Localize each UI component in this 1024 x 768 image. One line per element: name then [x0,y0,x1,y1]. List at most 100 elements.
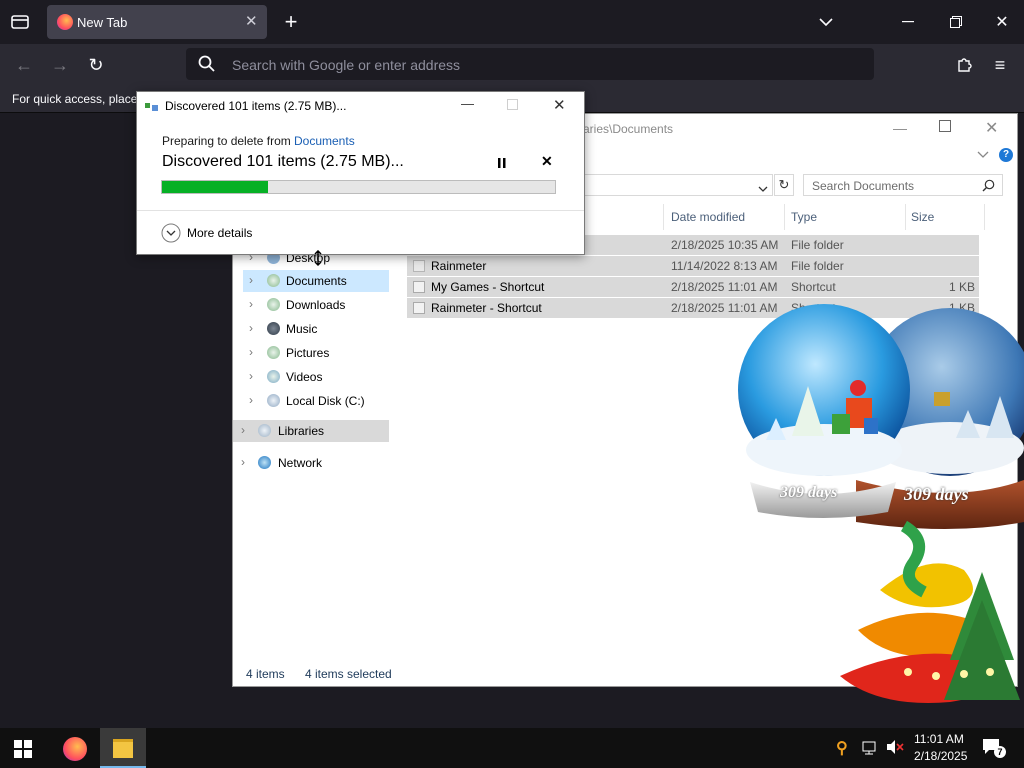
address-bar[interactable]: Search with Google or enter address [186,48,874,80]
local-disk-icon [267,394,280,407]
browser-tab-strip: New Tab ✕ + ✕ [0,0,1024,44]
expand-chevron-icon[interactable]: › [249,321,253,335]
file-date: 11/14/2022 8:13 AM [671,259,778,273]
window-title-path: raries\Documents [579,122,674,136]
file-row[interactable]: My Games - Shortcut 2/18/2025 11:01 AM S… [407,277,979,297]
mouse-cursor-icon [312,249,324,270]
address-box[interactable] [579,174,773,196]
new-tab-icon[interactable]: + [280,9,302,34]
hamburger-menu-icon[interactable]: ≡ [988,53,1012,77]
progress-bar-fill [162,181,268,193]
more-details-label: More details [187,226,253,240]
minimize-window-icon[interactable] [896,10,920,34]
libraries-icon [258,424,271,437]
folder-icon [413,260,425,272]
column-header-size[interactable]: Size [911,210,934,224]
windows-taskbar: ⚲ 11:01 AM 2/18/2025 7 [0,728,1024,768]
file-row[interactable]: Rainmeter 11/14/2022 8:13 AM File folder [407,256,979,276]
volume-muted-tray-icon[interactable] [886,739,904,758]
expand-chevron-icon[interactable]: › [241,455,245,469]
close-window-icon[interactable]: ✕ [990,10,1014,34]
search-magnifier-tray-icon[interactable]: ⚲ [836,738,856,758]
file-type: File folder [791,259,844,273]
notification-count-badge: 7 [994,746,1006,758]
documents-icon [267,274,280,287]
sidebar-item-pictures[interactable]: › Pictures [243,342,389,364]
expand-chevron-icon[interactable]: › [241,423,245,437]
dialog-status-text: Discovered 101 items (2.75 MB)... [162,153,404,170]
sidebar-item-label: Libraries [278,424,325,438]
back-arrow-icon[interactable]: ← [12,53,36,77]
taskbar-file-explorer-icon[interactable] [100,728,146,768]
refresh-icon[interactable]: ↻ [774,174,794,196]
dialog-maximize-icon [507,98,518,113]
sidebar-item-local-disk[interactable]: › Local Disk (C:) [243,390,389,412]
sidebar-item-documents[interactable]: › Documents [243,270,389,292]
expand-chevron-icon[interactable]: › [249,297,253,311]
list-tabs-chevron-down-icon[interactable] [814,10,838,34]
navigation-pane: › Desktop › Documents › Downloads › Musi… [233,244,389,664]
search-documents-box[interactable]: Search Documents [803,174,1003,196]
address-dropdown-chevron-icon[interactable] [758,181,768,196]
chevron-down-circle-icon [161,223,181,243]
dialog-close-icon[interactable]: ✕ [553,96,571,114]
sidebar-item-downloads[interactable]: › Downloads [243,294,389,316]
file-name: My Games - Shortcut [431,280,545,294]
restore-window-icon[interactable] [944,10,968,34]
column-header-date-modified[interactable]: Date modified [671,210,745,224]
file-type: File folder [791,238,844,252]
file-name: Rainmeter - Shortcut [431,301,542,315]
recycle-progress-icon [145,100,159,112]
file-size: 1 KB [948,280,975,294]
pictures-icon [267,346,280,359]
column-header-type[interactable]: Type [791,210,817,224]
tab-new-tab[interactable]: New Tab ✕ [47,5,267,39]
expand-chevron-icon[interactable]: › [249,273,253,287]
downloads-icon [267,298,280,311]
forward-arrow-icon[interactable]: → [48,53,72,77]
sidebar-item-label: Music [286,322,318,336]
extensions-puzzle-icon[interactable] [952,53,976,77]
explorer-maximize-icon[interactable] [939,120,957,138]
reload-icon[interactable]: ↻ [84,53,108,77]
sidebar-item-label: Videos [286,370,323,384]
windows-start-icon[interactable] [14,740,32,758]
taskbar-clock-date[interactable]: 2/18/2025 [914,749,967,763]
delete-progress-dialog: Discovered 101 items (2.75 MB)... — ✕ Pr… [136,91,585,255]
sidebar-item-label: Local Disk (C:) [286,394,365,408]
expand-chevron-icon[interactable]: › [249,345,253,359]
music-icon [267,322,280,335]
help-icon[interactable]: ? [999,148,1013,162]
ribbon-expand-chevron-icon[interactable] [977,150,993,164]
sidebar-item-music[interactable]: › Music [243,318,389,340]
expand-chevron-icon[interactable]: › [249,393,253,407]
shortcut-icon [413,281,425,293]
cancel-icon[interactable]: ✕ [541,153,557,169]
countdown-days-label: 309 days [904,484,969,504]
sidebar-item-label: Network [278,456,323,470]
expand-chevron-icon[interactable]: › [249,369,253,383]
network-tray-icon[interactable] [862,740,880,759]
taskbar-firefox-icon[interactable] [60,734,90,764]
explorer-close-icon[interactable]: ✕ [985,118,1005,138]
more-details-button[interactable]: More details [161,222,281,244]
action-center-icon[interactable]: 7 [982,738,1006,758]
preparing-target-link[interactable]: Documents [294,134,355,148]
preparing-text: Preparing to delete from [162,134,291,148]
sidebar-item-videos[interactable]: › Videos [243,366,389,388]
status-item-count: 4 items [246,667,285,681]
search-documents-placeholder: Search Documents [812,179,915,193]
network-globe-icon [258,456,271,469]
firefox-view-icon[interactable] [8,10,32,34]
explorer-minimize-icon[interactable]: — [893,120,913,138]
status-selected-count: 4 items selected [305,667,392,681]
close-tab-icon[interactable]: ✕ [245,12,258,30]
sidebar-item-libraries[interactable]: › Libraries [233,420,389,442]
pause-icon[interactable] [495,156,509,170]
search-magnifier-icon [982,179,995,195]
address-bar-placeholder: Search with Google or enter address [232,57,461,73]
dialog-minimize-icon[interactable]: — [461,96,479,114]
taskbar-clock-time[interactable]: 11:01 AM [914,732,964,746]
sidebar-item-network[interactable]: › Network [233,452,389,474]
countdown-days-label: 309 days [780,484,838,501]
